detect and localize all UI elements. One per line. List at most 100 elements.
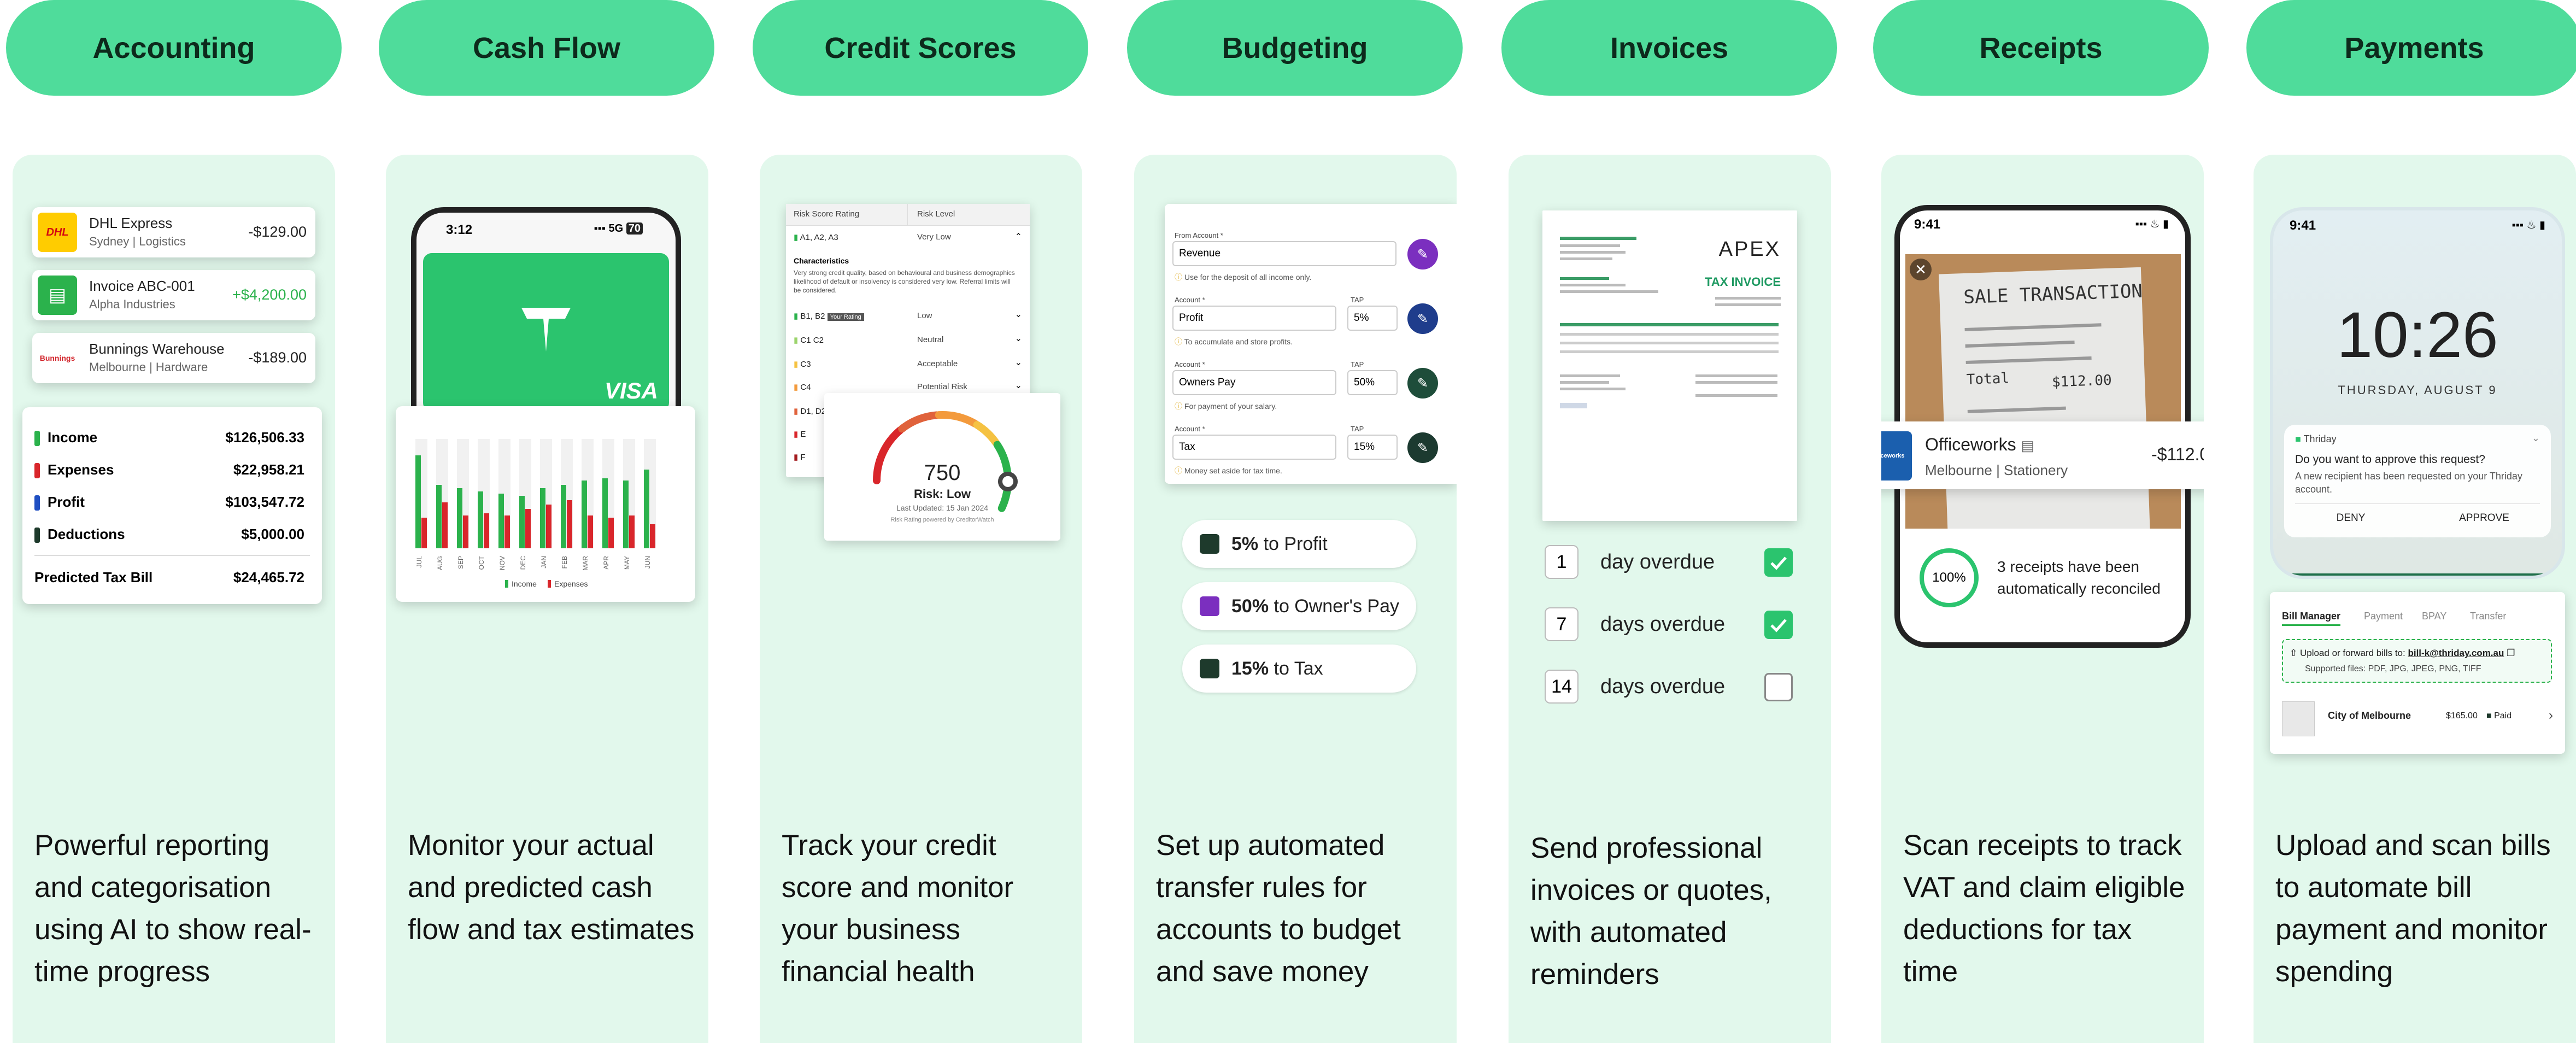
tap-label: TAP: [1351, 360, 1364, 368]
income-bar: [457, 488, 462, 548]
chevron-down-icon[interactable]: ⌄: [1015, 357, 1022, 368]
divider: [2295, 503, 2540, 504]
transaction-row[interactable]: Bunnings Bunnings Warehouse Melbourne | …: [32, 333, 315, 383]
reminder-checkbox[interactable]: [1764, 611, 1793, 639]
debit-card[interactable]: VISA: [423, 253, 669, 412]
edit-rule-icon[interactable]: ✎: [1407, 303, 1438, 334]
chevron-up-icon[interactable]: ⌃: [1015, 231, 1022, 242]
tap-field[interactable]: 5%: [1347, 306, 1398, 331]
card-credit-scores: Risk Score Rating Risk Level ▮ A1, A2, A…: [760, 155, 1082, 1043]
allocation-swatch: [1200, 534, 1219, 554]
copy-icon[interactable]: ❐: [2507, 648, 2515, 658]
chevron-down-icon[interactable]: ⌄: [1015, 309, 1022, 320]
income-bar: [561, 485, 566, 548]
account-field[interactable]: Profit: [1172, 306, 1336, 331]
receipt-match-card[interactable]: Officeworks Officeworks ▤ Melbourne | St…: [1881, 421, 2204, 489]
transaction-row[interactable]: DHL DHL Express Sydney | Logistics -$129…: [32, 207, 315, 257]
upload-dropzone[interactable]: ⇧ Upload or forward bills to: bill-k@thr…: [2282, 639, 2552, 683]
reminder-days[interactable]: 14: [1545, 670, 1579, 704]
edit-rule-icon[interactable]: ✎: [1407, 239, 1438, 269]
summary-value: $103,547.72: [225, 494, 304, 510]
tab-payment[interactable]: Payment: [2364, 611, 2403, 622]
rule-note: For payment of your salary.: [1184, 402, 1277, 411]
risk-code: B1, B2: [800, 312, 825, 321]
expense-bar: [567, 500, 572, 548]
predicted-tax-label: Predicted Tax Bill: [34, 569, 153, 585]
reminder-checkbox[interactable]: [1764, 673, 1793, 701]
field-label: Account *: [1175, 360, 1205, 368]
expense-bar: [546, 505, 551, 548]
summary-label: Deductions: [48, 526, 125, 542]
transaction-name: DHL Express: [89, 215, 173, 231]
account-field[interactable]: Owners Pay: [1172, 370, 1336, 395]
phone-mockup: 9:41 ▪▪▪ ♨ ▮ 10:26 THURSDAY, AUGUST 9 ■ …: [2270, 207, 2565, 579]
field-value: Revenue: [1179, 248, 1221, 259]
bunnings-logo: Bunnings: [39, 354, 75, 362]
risk-level: Low: [917, 311, 932, 320]
upload-icon: ⇧: [2290, 648, 2300, 658]
month-label: OCT: [478, 555, 485, 570]
bill-thumbnail: [2282, 701, 2315, 736]
upload-email[interactable]: bill-k@thriday.com.au: [2408, 648, 2504, 658]
reminder-days[interactable]: 1: [1545, 545, 1579, 579]
tab-bpay[interactable]: BPAY: [2422, 611, 2446, 622]
field-label: Account *: [1175, 425, 1205, 433]
chevron-down-icon[interactable]: ⌄: [2532, 432, 2540, 444]
income-bar: [436, 485, 442, 548]
profit-dot: [34, 495, 40, 511]
tab-bill-manager[interactable]: Bill Manager: [2282, 611, 2341, 626]
account-field[interactable]: Tax: [1172, 435, 1336, 460]
receipt-line: [1965, 341, 2075, 348]
status-time: 9:41: [2290, 218, 2316, 233]
month-label: FEB: [561, 556, 568, 569]
pill-cash-flow[interactable]: Cash Flow: [379, 0, 714, 96]
legend-expenses: Expenses: [554, 579, 588, 588]
chevron-down-icon[interactable]: ⌄: [1015, 380, 1022, 391]
summary-value: $5,000.00: [241, 526, 304, 542]
close-icon[interactable]: ✕: [1910, 259, 1932, 280]
receipt-line: [1967, 406, 2066, 413]
invoice-line: [1560, 388, 1626, 390]
legend-expenses-swatch: [548, 580, 551, 588]
approve-button[interactable]: APPROVE: [2417, 512, 2551, 524]
pill-credit-scores[interactable]: Credit Scores: [753, 0, 1088, 96]
notif-body: A new recipient has been requested on yo…: [2295, 471, 2522, 495]
reminder-checkbox[interactable]: [1764, 548, 1793, 577]
battery-icon: 70: [626, 222, 643, 235]
deny-button[interactable]: DENY: [2284, 512, 2417, 524]
month-label: AUG: [436, 556, 444, 570]
merchant-sub: Melbourne | Stationery: [1925, 462, 2068, 478]
edit-rule-icon[interactable]: ✎: [1407, 432, 1438, 463]
tab-transfer[interactable]: Transfer: [2470, 611, 2506, 622]
pill-payments[interactable]: Payments: [2246, 0, 2576, 96]
edit-rule-icon[interactable]: ✎: [1407, 368, 1438, 399]
lock-date: THURSDAY, AUGUST 9: [2338, 383, 2497, 397]
approval-notification[interactable]: ■ Thriday ⌄ Do you want to approve this …: [2284, 425, 2551, 537]
pill-receipts[interactable]: Receipts: [1873, 0, 2209, 96]
risk-col-header: Risk Score Rating: [794, 209, 860, 219]
month-label: MAR: [582, 556, 589, 571]
pill-accounting[interactable]: Accounting: [6, 0, 342, 96]
allocation-pill: 15% to Tax: [1182, 644, 1416, 693]
status-time: 3:12: [446, 222, 473, 237]
status-icons: ▪▪▪ ♨ ▮: [2135, 218, 2169, 230]
from-account-field[interactable]: Revenue: [1172, 241, 1396, 266]
risk-level: Very Low: [917, 232, 951, 242]
tap-field[interactable]: 50%: [1347, 370, 1398, 395]
month-label: JUL: [415, 556, 423, 568]
chevron-down-icon[interactable]: ⌄: [1015, 333, 1022, 344]
transaction-row[interactable]: ▤ Invoice ABC-001 Alpha Industries +$4,2…: [32, 270, 315, 320]
income-bar: [540, 488, 545, 548]
risk-level: Neutral: [917, 335, 944, 344]
info-icon: ⓘ: [1175, 337, 1184, 346]
info-icon: ⓘ: [1175, 466, 1184, 475]
reminder-days[interactable]: 7: [1545, 607, 1579, 641]
cashflow-chart-panel: JUL AUG SEP OCT NOV DEC JAN FEB MAR APR MAY JUN Inco…: [396, 406, 695, 602]
tap-field[interactable]: 15%: [1347, 435, 1398, 460]
month-label: JUN: [644, 556, 652, 569]
pill-invoices[interactable]: Invoices: [1501, 0, 1837, 96]
officeworks-logo: Officeworks: [1881, 431, 1912, 481]
pill-budgeting[interactable]: Budgeting: [1127, 0, 1463, 96]
chevron-right-icon[interactable]: ›: [2549, 708, 2553, 723]
month-label: DEC: [519, 556, 527, 570]
